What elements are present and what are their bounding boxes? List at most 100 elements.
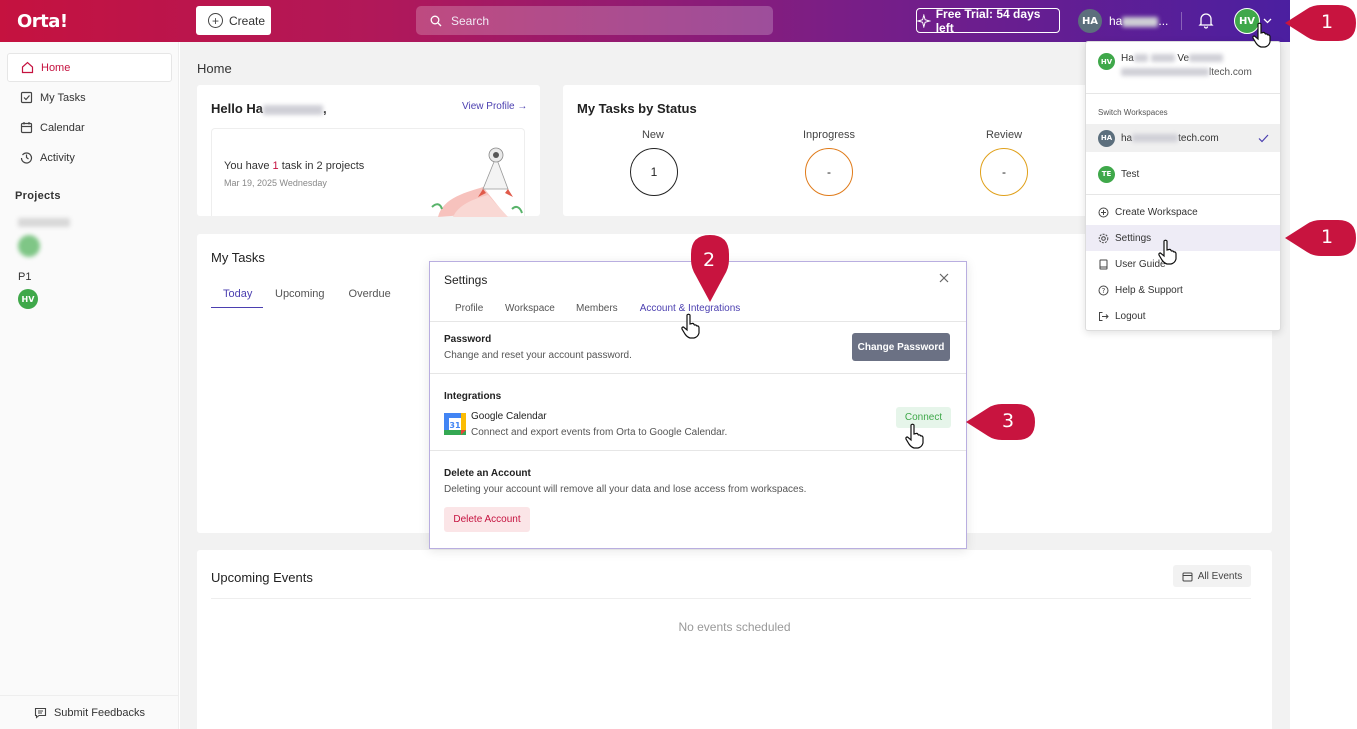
my-tasks-title: My Tasks xyxy=(211,250,265,265)
callout-step-1-settings: 1 xyxy=(1285,219,1357,257)
sidebar-item-label: Activity xyxy=(40,151,75,164)
status-title: My Tasks by Status xyxy=(577,101,697,116)
search-placeholder: Search xyxy=(451,13,490,28)
help-support-item[interactable]: ? Help & Support xyxy=(1086,277,1280,303)
project-item-p1[interactable]: P1 HV xyxy=(18,271,38,309)
sidebar-item-label: Home xyxy=(41,61,71,74)
free-trial-button[interactable]: Free Trial: 54 days left xyxy=(916,6,1060,35)
status-circle-inprogress[interactable]: - xyxy=(805,148,853,196)
status-circle-review[interactable]: - xyxy=(980,148,1028,196)
tab-today[interactable]: Today xyxy=(211,286,263,308)
project-name: P1 xyxy=(18,271,32,283)
my-tasks-tabs: Today Upcoming Overdue xyxy=(211,286,403,308)
workspace-item-test[interactable]: TE Test xyxy=(1086,160,1280,188)
projects-heading: Projects xyxy=(15,190,61,202)
callout-step-2: 2 xyxy=(690,234,730,302)
bell-icon[interactable] xyxy=(1198,12,1214,32)
status-circle-new[interactable]: 1 xyxy=(630,148,678,196)
user-name: Ha Ve xyxy=(1121,53,1252,64)
task-date: Mar 19, 2025 Wednesday xyxy=(224,178,327,188)
sidebar-item-calendar[interactable]: Calendar xyxy=(7,113,172,142)
plus-circle-icon xyxy=(1098,207,1109,217)
checkbox-icon xyxy=(20,91,33,104)
svg-text:?: ? xyxy=(1102,287,1106,295)
tab-members[interactable]: Members xyxy=(576,303,618,314)
hello-heading: Hello Ha, xyxy=(211,101,327,116)
menu-item-label: Settings xyxy=(1115,232,1152,244)
gcal-description: Connect and export events from Orta to G… xyxy=(471,427,728,438)
tab-profile[interactable]: Profile xyxy=(455,303,483,314)
all-events-label: All Events xyxy=(1197,570,1243,582)
tasks-by-status-card: My Tasks by Status New 1 Inprogress - Re… xyxy=(563,85,1123,216)
user-guide-item[interactable]: User Guide xyxy=(1086,251,1280,277)
upcoming-events-card: Upcoming Events All Events No events sch… xyxy=(197,550,1272,729)
delete-heading: Delete an Account xyxy=(444,468,531,479)
events-empty-state: No events scheduled xyxy=(678,620,791,634)
sidebar: Home My Tasks Calendar Activity Projects… xyxy=(0,42,179,729)
top-bar: Orta! + Create Search Free Trial: 54 day… xyxy=(0,0,1290,42)
create-label: Create xyxy=(229,13,266,28)
settings-item[interactable]: Settings xyxy=(1086,225,1280,251)
workspace-name: ha... xyxy=(1109,14,1169,28)
check-icon xyxy=(1258,134,1269,142)
create-button[interactable]: + Create xyxy=(196,6,271,35)
page-title: Home xyxy=(197,61,232,76)
status-label-review: Review xyxy=(985,129,1023,141)
callout-number: 2 xyxy=(703,249,716,271)
home-icon xyxy=(21,61,34,74)
view-profile-link[interactable]: View Profile → xyxy=(462,101,527,112)
activity-icon xyxy=(20,152,33,164)
user-email: ltech.com xyxy=(1121,67,1252,78)
trial-label: Free Trial: 54 days left xyxy=(935,6,1041,35)
app-logo[interactable]: Orta! xyxy=(17,11,68,32)
feedback-label: Submit Feedbacks xyxy=(53,706,146,719)
callout-number: 3 xyxy=(1002,410,1015,432)
tab-workspace[interactable]: Workspace xyxy=(505,303,555,314)
settings-modal: Settings Profile Workspace Members Accou… xyxy=(429,261,967,549)
tab-upcoming[interactable]: Upcoming xyxy=(263,286,337,308)
submit-feedback-button[interactable]: Submit Feedbacks xyxy=(0,695,179,729)
workspace-item-ha[interactable]: HA ha tech.com xyxy=(1086,124,1280,152)
logout-item[interactable]: Logout xyxy=(1086,303,1280,329)
events-title: Upcoming Events xyxy=(211,570,313,585)
sparkle-icon xyxy=(917,13,931,28)
divider xyxy=(1181,12,1182,30)
create-workspace-item[interactable]: Create Workspace xyxy=(1086,199,1280,225)
workspace-name: Test xyxy=(1121,168,1140,180)
task-summary: You have 1 task in 2 projects xyxy=(224,160,365,172)
change-password-button[interactable]: Change Password xyxy=(852,333,950,361)
delete-account-button[interactable]: Delete Account xyxy=(444,507,530,532)
sidebar-item-my-tasks[interactable]: My Tasks xyxy=(7,83,172,112)
calendar-icon xyxy=(1182,572,1193,581)
close-icon[interactable] xyxy=(939,273,949,283)
workspace-name: ha tech.com xyxy=(1121,132,1219,144)
hand-cursor-icon xyxy=(905,423,924,449)
feedback-icon xyxy=(34,707,46,719)
divider xyxy=(1086,194,1280,195)
callout-step-1-avatar: 1 xyxy=(1285,4,1357,42)
divider xyxy=(430,450,966,451)
search-icon xyxy=(430,15,442,26)
divider xyxy=(1086,93,1280,94)
callout-step-3: 3 xyxy=(966,403,1036,441)
workspace-switcher[interactable]: HA ha... xyxy=(1078,9,1168,33)
all-events-button[interactable]: All Events xyxy=(1173,565,1251,587)
hand-cursor-icon xyxy=(681,313,700,339)
calendar-icon xyxy=(20,122,33,134)
callout-number: 1 xyxy=(1321,226,1334,248)
sidebar-item-label: My Tasks xyxy=(40,91,86,104)
tab-overdue[interactable]: Overdue xyxy=(337,286,403,308)
search-input[interactable]: Search xyxy=(416,6,773,35)
project-item-blurred[interactable] xyxy=(18,218,70,257)
divider xyxy=(430,373,966,374)
switch-workspaces-heading: Switch Workspaces xyxy=(1098,108,1168,117)
menu-item-label: Create Workspace xyxy=(1115,206,1198,218)
modal-title: Settings xyxy=(444,273,488,287)
menu-item-label: Logout xyxy=(1115,310,1146,322)
sidebar-item-activity[interactable]: Activity xyxy=(7,143,172,172)
logout-icon xyxy=(1099,311,1109,321)
sidebar-item-label: Calendar xyxy=(40,121,85,134)
divider xyxy=(211,598,1251,599)
sidebar-item-home[interactable]: Home xyxy=(7,53,172,82)
project-member-avatar: HV xyxy=(18,289,38,309)
